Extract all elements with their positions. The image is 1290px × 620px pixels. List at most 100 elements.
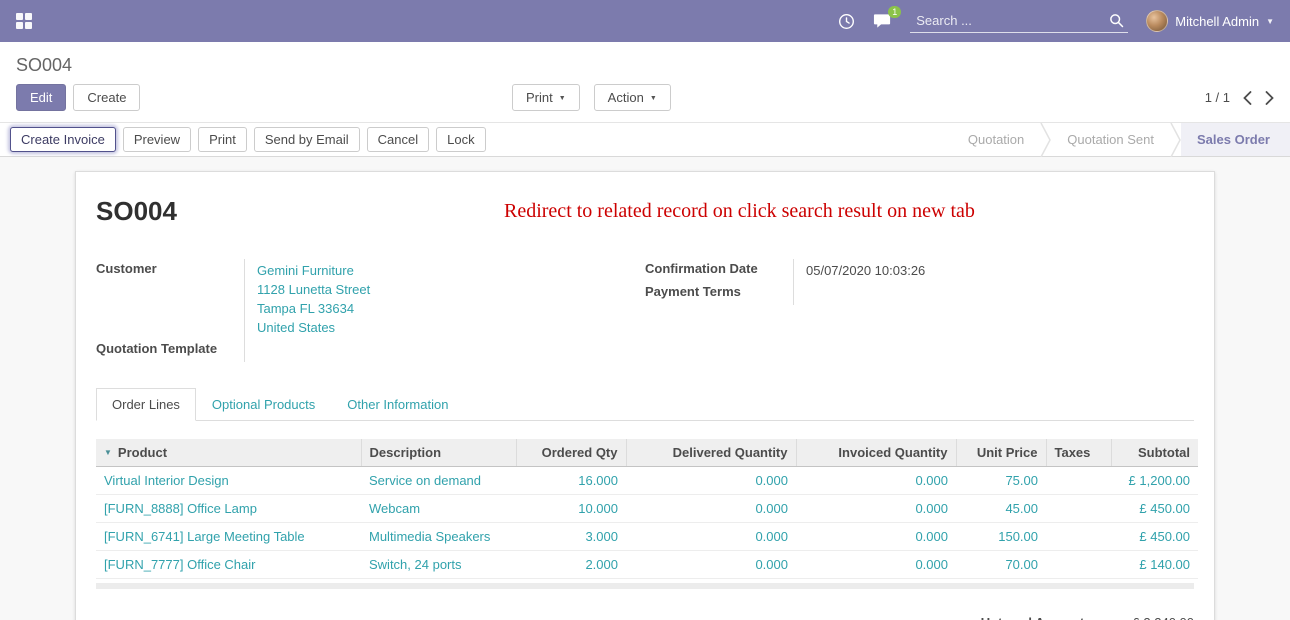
cell-delivered_qty: 0.000 xyxy=(626,523,796,551)
chevron-down-icon: ▼ xyxy=(650,95,657,102)
customer-value[interactable]: Gemini Furniture1128 Lunetta StreetTampa… xyxy=(244,259,645,339)
statusbar-arrow-icon xyxy=(1040,123,1051,156)
column-header-label: Delivered Quantity xyxy=(673,445,788,460)
column-header-label: Taxes xyxy=(1055,445,1091,460)
search-icon[interactable] xyxy=(1109,13,1124,28)
column-header-unit-price[interactable]: Unit Price xyxy=(956,439,1046,467)
create-invoice-button[interactable]: Create Invoice xyxy=(10,127,116,152)
customer-address-line: Tampa FL 33634 xyxy=(257,299,645,318)
column-header-label: Unit Price xyxy=(977,445,1038,460)
print-button[interactable]: Print xyxy=(198,127,247,152)
field-group: Customer Gemini Furniture1128 Lunetta St… xyxy=(96,259,1194,362)
cancel-button[interactable]: Cancel xyxy=(367,127,429,152)
quotation-template-label: Quotation Template xyxy=(96,339,244,362)
send-by-email-button[interactable]: Send by Email xyxy=(254,127,360,152)
control-panel: Edit Create Print▼ Action▼ 1 / 1 xyxy=(0,78,1290,122)
statusbar-arrow-icon xyxy=(1170,123,1181,156)
pager-next-button[interactable] xyxy=(1265,91,1274,105)
cell-description: Webcam xyxy=(361,495,516,523)
cell-delivered_qty: 0.000 xyxy=(626,495,796,523)
quotation-template-value[interactable] xyxy=(244,339,645,362)
totals: Untaxed Amount: £ 2,240.00 xyxy=(96,615,1194,620)
cell-description: Service on demand xyxy=(361,467,516,495)
untaxed-amount-value: £ 2,240.00 xyxy=(1133,615,1194,620)
activities-icon[interactable] xyxy=(838,13,855,30)
apps-menu-icon[interactable] xyxy=(16,13,33,30)
breadcrumb: SO004 xyxy=(0,42,1290,78)
cell-taxes xyxy=(1046,495,1111,523)
cell-delivered_qty: 0.000 xyxy=(626,551,796,579)
column-header-product[interactable]: ▼Product xyxy=(96,439,361,467)
lock-button[interactable]: Lock xyxy=(436,127,485,152)
cell-product: [FURN_6741] Large Meeting Table xyxy=(96,523,361,551)
column-header-label: Invoiced Quantity xyxy=(838,445,947,460)
cell-subtotal: £ 450.00 xyxy=(1111,523,1198,551)
preview-button[interactable]: Preview xyxy=(123,127,191,152)
avatar xyxy=(1146,10,1168,32)
tab-other-information[interactable]: Other Information xyxy=(331,388,464,421)
cell-ordered_qty: 16.000 xyxy=(516,467,626,495)
payment-terms-value[interactable] xyxy=(793,282,1194,305)
order-lines-table: ▼Product Description Ordered Qty Delivered … xyxy=(96,439,1198,579)
search-input[interactable] xyxy=(914,12,1109,29)
user-name: Mitchell Admin xyxy=(1175,14,1259,29)
cell-ordered_qty: 2.000 xyxy=(516,551,626,579)
cell-description: Multimedia Speakers xyxy=(361,523,516,551)
payment-terms-field: Payment Terms xyxy=(645,282,1194,305)
field-group-left: Customer Gemini Furniture1128 Lunetta St… xyxy=(96,259,645,362)
navbar-systray: 1 Mitchell Admin ▼ xyxy=(838,9,1274,33)
status-step-quotation-sent[interactable]: Quotation Sent xyxy=(1051,123,1170,156)
messages-icon[interactable]: 1 xyxy=(873,13,892,29)
customer-address-line: United States xyxy=(257,318,645,337)
print-menu-button[interactable]: Print ▼ xyxy=(512,84,580,111)
breadcrumb-current: SO004 xyxy=(16,55,72,75)
cell-subtotal: £ 140.00 xyxy=(1111,551,1198,579)
column-header-taxes[interactable]: Taxes xyxy=(1046,439,1111,467)
notebook-tabs: Order LinesOptional ProductsOther Inform… xyxy=(96,388,1194,421)
tab-optional-products[interactable]: Optional Products xyxy=(196,388,331,421)
action-menu-button[interactable]: Action▼ xyxy=(594,84,671,111)
customer-address-line: Gemini Furniture xyxy=(257,261,645,280)
record-buttons: Edit Create xyxy=(16,84,140,111)
customer-field: Customer Gemini Furniture1128 Lunetta St… xyxy=(96,259,645,339)
order-line-row[interactable]: [FURN_8888] Office LampWebcam10.0000.000… xyxy=(96,495,1198,523)
cell-subtotal: £ 450.00 xyxy=(1111,495,1198,523)
create-button[interactable]: Create xyxy=(73,84,140,111)
cell-ordered_qty: 10.000 xyxy=(516,495,626,523)
column-header-subtotal[interactable]: Subtotal xyxy=(1111,439,1198,467)
payment-terms-label: Payment Terms xyxy=(645,282,793,305)
order-line-row[interactable]: Virtual Interior DesignService on demand… xyxy=(96,467,1198,495)
confirmation-date-field: Confirmation Date 05/07/2020 10:03:26 xyxy=(645,259,1194,282)
column-header-ordered-qty[interactable]: Ordered Qty xyxy=(516,439,626,467)
order-line-row[interactable]: [FURN_7777] Office ChairSwitch, 24 ports… xyxy=(96,551,1198,579)
action-menus: Print ▼ Action▼ xyxy=(512,84,671,111)
pager-previous-button[interactable] xyxy=(1243,91,1252,105)
cell-invoiced_qty: 0.000 xyxy=(796,523,956,551)
customer-label: Customer xyxy=(96,259,244,339)
cell-taxes xyxy=(1046,467,1111,495)
cell-taxes xyxy=(1046,523,1111,551)
form-sheet: SO004 Redirect to related record on clic… xyxy=(75,171,1215,620)
sort-caret-icon: ▼ xyxy=(104,448,112,457)
cell-description: Switch, 24 ports xyxy=(361,551,516,579)
cell-invoiced_qty: 0.000 xyxy=(796,551,956,579)
cell-subtotal: £ 1,200.00 xyxy=(1111,467,1198,495)
cell-product: Virtual Interior Design xyxy=(96,467,361,495)
column-header-label: Description xyxy=(370,445,442,460)
cell-ordered_qty: 3.000 xyxy=(516,523,626,551)
order-line-row[interactable]: [FURN_6741] Large Meeting TableMultimedi… xyxy=(96,523,1198,551)
cell-delivered_qty: 0.000 xyxy=(626,467,796,495)
cell-product: [FURN_7777] Office Chair xyxy=(96,551,361,579)
column-header-delivered-quantity[interactable]: Delivered Quantity xyxy=(626,439,796,467)
status-step-quotation[interactable]: Quotation xyxy=(952,123,1040,156)
tab-order-lines[interactable]: Order Lines xyxy=(96,388,196,421)
column-header-invoiced-quantity[interactable]: Invoiced Quantity xyxy=(796,439,956,467)
column-header-description[interactable]: Description xyxy=(361,439,516,467)
customer-address-line: 1128 Lunetta Street xyxy=(257,280,645,299)
status-step-sales-order[interactable]: Sales Order xyxy=(1181,123,1290,156)
cell-unit_price: 45.00 xyxy=(956,495,1046,523)
user-menu[interactable]: Mitchell Admin ▼ xyxy=(1146,10,1274,32)
chevron-down-icon: ▼ xyxy=(559,95,566,102)
edit-button[interactable]: Edit xyxy=(16,84,66,111)
print-menu-label: Print xyxy=(526,90,553,105)
